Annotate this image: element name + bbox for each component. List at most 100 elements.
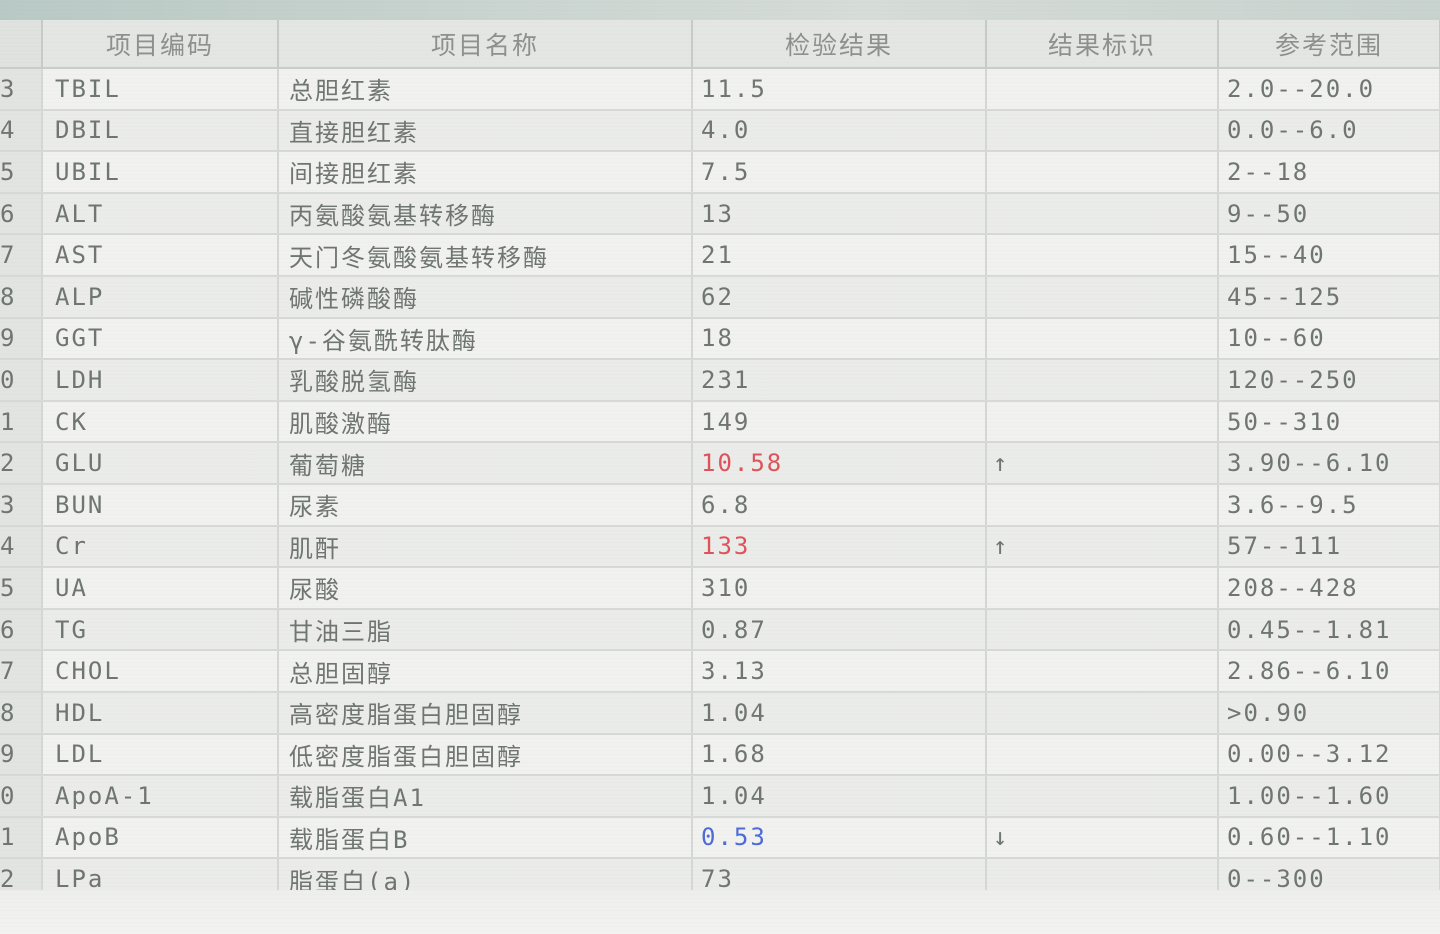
table-row[interactable]: 2 GLU 葡萄糖 10.58 ↑ 3.90--6.10 bbox=[0, 442, 1440, 485]
item-name-cell: 总胆红素 bbox=[278, 68, 693, 111]
row-number-cell: 4 bbox=[0, 525, 43, 569]
row-number-cell: 3 bbox=[0, 68, 43, 111]
table-row[interactable]: 7 CHOL 总胆固醇 3.13 2.86--6.10 bbox=[0, 650, 1440, 693]
result-flag-cell bbox=[986, 68, 1219, 111]
reference-range-cell: 0.0--6.0 bbox=[1218, 109, 1440, 153]
item-name-cell: 载脂蛋白B bbox=[278, 816, 693, 860]
result-value-cell: 231 bbox=[692, 359, 987, 402]
reference-range-cell: 0.60--1.10 bbox=[1218, 816, 1440, 860]
result-flag-cell bbox=[986, 275, 1219, 319]
item-name-cell: 甘油三脂 bbox=[278, 608, 693, 652]
reference-range-cell: 0.45--1.81 bbox=[1218, 608, 1440, 652]
window-top-strip bbox=[0, 0, 1440, 20]
column-header-name[interactable]: 项目名称 bbox=[278, 20, 693, 69]
item-code-cell: ApoB bbox=[42, 816, 279, 860]
table-row[interactable]: 5 UA 尿酸 310 208--428 bbox=[0, 567, 1440, 610]
item-code-cell: ALP bbox=[42, 275, 279, 319]
table-row[interactable]: 6 TG 甘油三脂 0.87 0.45--1.81 bbox=[0, 608, 1440, 652]
row-number-cell: 1 bbox=[0, 816, 43, 860]
lab-results-screen: 项目编码 项目名称 检验结果 结果标识 参考范围 3 TBIL 总胆红素 11.5 2.… bbox=[0, 0, 1440, 934]
result-flag-cell bbox=[986, 234, 1219, 277]
result-value-cell: 6.8 bbox=[692, 483, 987, 527]
result-value-cell: 18 bbox=[692, 317, 987, 361]
result-flag-cell: ↓ bbox=[986, 816, 1219, 860]
item-name-cell: 间接胆红素 bbox=[278, 151, 693, 194]
row-number-cell: 5 bbox=[0, 567, 43, 610]
result-flag-cell bbox=[986, 109, 1219, 153]
result-flag-cell bbox=[986, 775, 1219, 818]
item-code-cell: TBIL bbox=[42, 68, 279, 111]
result-value-cell: 133 bbox=[692, 525, 987, 569]
empty-grid-area bbox=[0, 890, 1440, 934]
item-name-cell: 丙氨酸氨基转移酶 bbox=[278, 192, 693, 236]
result-value-cell: 1.68 bbox=[692, 733, 987, 777]
reference-range-cell: 208--428 bbox=[1218, 567, 1440, 610]
result-value-cell: 310 bbox=[692, 567, 987, 610]
column-header-code[interactable]: 项目编码 bbox=[42, 20, 279, 69]
row-number-cell: 9 bbox=[0, 317, 43, 361]
item-code-cell: GGT bbox=[42, 317, 279, 361]
reference-range-cell: 120--250 bbox=[1218, 359, 1440, 402]
table-row[interactable]: 0 ApoA-1 载脂蛋白A1 1.04 1.00--1.60 bbox=[0, 775, 1440, 818]
reference-range-cell: >0.90 bbox=[1218, 691, 1440, 735]
column-header-result[interactable]: 检验结果 bbox=[692, 20, 987, 69]
table-row[interactable]: 5 UBIL 间接胆红素 7.5 2--18 bbox=[0, 151, 1440, 194]
item-name-cell: 葡萄糖 bbox=[278, 442, 693, 485]
row-number-cell: 3 bbox=[0, 483, 43, 527]
result-flag-cell bbox=[986, 400, 1219, 444]
result-value-cell: 21 bbox=[692, 234, 987, 277]
table-row[interactable]: 3 BUN 尿素 6.8 3.6--9.5 bbox=[0, 483, 1440, 527]
row-number-cell: 7 bbox=[0, 650, 43, 693]
row-number-cell: 2 bbox=[0, 442, 43, 485]
table-row[interactable]: 6 ALT 丙氨酸氨基转移酶 13 9--50 bbox=[0, 192, 1440, 236]
result-flag-cell bbox=[986, 151, 1219, 194]
lab-results-table: 项目编码 项目名称 检验结果 结果标识 参考范围 3 TBIL 总胆红素 11.5 2.… bbox=[0, 20, 1440, 901]
reference-range-cell: 45--125 bbox=[1218, 275, 1440, 319]
result-flag-cell bbox=[986, 691, 1219, 735]
item-code-cell: DBIL bbox=[42, 109, 279, 153]
result-flag-cell: ↑ bbox=[986, 525, 1219, 569]
table-row[interactable]: 4 DBIL 直接胆红素 4.0 0.0--6.0 bbox=[0, 109, 1440, 153]
row-number-cell: 8 bbox=[0, 275, 43, 319]
reference-range-cell: 3.6--9.5 bbox=[1218, 483, 1440, 527]
column-header-range[interactable]: 参考范围 bbox=[1218, 20, 1440, 69]
item-name-cell: 碱性磷酸酶 bbox=[278, 275, 693, 319]
reference-range-cell: 0.00--3.12 bbox=[1218, 733, 1440, 777]
table-row[interactable]: 8 ALP 碱性磷酸酶 62 45--125 bbox=[0, 275, 1440, 319]
result-value-cell: 1.04 bbox=[692, 691, 987, 735]
reference-range-cell: 3.90--6.10 bbox=[1218, 442, 1440, 485]
result-flag-cell bbox=[986, 483, 1219, 527]
result-value-cell: 0.53 bbox=[692, 816, 987, 860]
result-value-cell: 62 bbox=[692, 275, 987, 319]
table-row[interactable]: 9 GGT γ-谷氨酰转肽酶 18 10--60 bbox=[0, 317, 1440, 361]
table-row[interactable]: 3 TBIL 总胆红素 11.5 2.0--20.0 bbox=[0, 68, 1440, 111]
item-code-cell: Cr bbox=[42, 525, 279, 569]
table-row[interactable]: 4 Cr 肌酐 133 ↑ 57--111 bbox=[0, 525, 1440, 569]
result-value-cell: 11.5 bbox=[692, 68, 987, 111]
result-value-cell: 0.87 bbox=[692, 608, 987, 652]
table-row[interactable]: 9 LDL 低密度脂蛋白胆固醇 1.68 0.00--3.12 bbox=[0, 733, 1440, 777]
result-value-cell: 13 bbox=[692, 192, 987, 236]
result-flag-cell bbox=[986, 733, 1219, 777]
item-name-cell: 低密度脂蛋白胆固醇 bbox=[278, 733, 693, 777]
reference-range-cell: 1.00--1.60 bbox=[1218, 775, 1440, 818]
column-header-flag[interactable]: 结果标识 bbox=[986, 20, 1219, 69]
table-row[interactable]: 1 ApoB 载脂蛋白B 0.53 ↓ 0.60--1.10 bbox=[0, 816, 1440, 860]
result-value-cell: 10.58 bbox=[692, 442, 987, 485]
item-name-cell: 尿酸 bbox=[278, 567, 693, 610]
table-row[interactable]: 1 CK 肌酸激酶 149 50--310 bbox=[0, 400, 1440, 444]
result-flag-cell bbox=[986, 650, 1219, 693]
item-code-cell: GLU bbox=[42, 442, 279, 485]
row-number-cell: 7 bbox=[0, 234, 43, 277]
item-name-cell: γ-谷氨酰转肽酶 bbox=[278, 317, 693, 361]
table-row[interactable]: 7 AST 天门冬氨酸氨基转移酶 21 15--40 bbox=[0, 234, 1440, 277]
result-value-cell: 3.13 bbox=[692, 650, 987, 693]
table-row[interactable]: 8 HDL 高密度脂蛋白胆固醇 1.04 >0.90 bbox=[0, 691, 1440, 735]
result-flag-cell bbox=[986, 608, 1219, 652]
item-code-cell: HDL bbox=[42, 691, 279, 735]
row-number-cell: 6 bbox=[0, 192, 43, 236]
table-row[interactable]: 0 LDH 乳酸脱氢酶 231 120--250 bbox=[0, 359, 1440, 402]
result-flag-cell: ↑ bbox=[986, 442, 1219, 485]
table-header-row: 项目编码 项目名称 检验结果 结果标识 参考范围 bbox=[0, 20, 1440, 69]
result-flag-cell bbox=[986, 359, 1219, 402]
